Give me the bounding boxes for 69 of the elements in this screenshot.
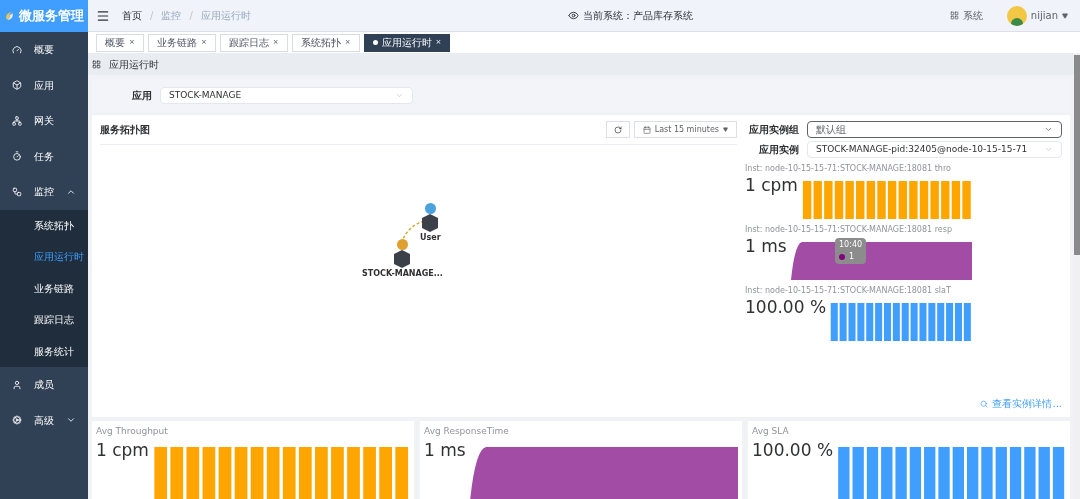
page-title: 应用运行时 bbox=[109, 57, 159, 72]
metric-title: Inst: node-10-15-15-71:STOCK-MANAGE:18081 thro bbox=[745, 163, 952, 175]
time-range-button[interactable]: Last 15 minutes bbox=[633, 121, 737, 138]
tooltip-value: 1 bbox=[849, 251, 855, 263]
server-cube-icon[interactable] bbox=[421, 214, 440, 232]
chevron-down-icon bbox=[1044, 145, 1053, 154]
metric-title: Inst: node-10-15-15-71:STOCK-MANAGE:18081 resp bbox=[745, 224, 953, 236]
submenu-item[interactable]: 业务链路 bbox=[0, 272, 88, 304]
cube-icon bbox=[12, 80, 22, 91]
timer-icon bbox=[12, 151, 22, 162]
chevron-down-icon bbox=[395, 91, 404, 100]
node-label: User bbox=[420, 232, 441, 244]
system-link[interactable]: 系统 bbox=[962, 8, 983, 23]
node-label: STOCK-MANAGE... bbox=[362, 268, 443, 280]
card-title: Avg SLA bbox=[752, 425, 790, 438]
card-title: Avg ResponseTime bbox=[424, 425, 510, 438]
chevron-down-icon bbox=[1044, 125, 1053, 134]
breadcrumb-item[interactable]: 首页 bbox=[122, 8, 142, 23]
sidebar-item[interactable]: 任务 bbox=[0, 138, 88, 174]
breadcrumb-item: 应用运行时 bbox=[200, 9, 251, 23]
card-title: Avg Throughput bbox=[96, 425, 169, 438]
breadcrumb-separator: / bbox=[189, 9, 193, 23]
username[interactable]: nijian bbox=[1030, 8, 1058, 23]
gauge-icon bbox=[12, 44, 22, 55]
metric-value: 1 cpm bbox=[745, 175, 798, 195]
field-label: 应用实例组 bbox=[748, 123, 799, 137]
breadcrumb-separator: / bbox=[150, 9, 154, 23]
tooltip-time: 10:40 bbox=[839, 239, 863, 251]
user-icon bbox=[12, 379, 22, 390]
refresh-button[interactable] bbox=[605, 121, 630, 138]
eye-icon bbox=[567, 10, 579, 21]
sidebar-item[interactable]: 监控 bbox=[0, 174, 88, 210]
workflow-icon bbox=[12, 186, 22, 197]
search-icon bbox=[980, 399, 989, 408]
submenu-item[interactable]: 服务统计 bbox=[0, 335, 88, 367]
scrollbar[interactable] bbox=[1074, 53, 1080, 499]
sidebar-item[interactable]: 应用 bbox=[0, 67, 88, 103]
metric-value: 1 ms bbox=[745, 236, 787, 256]
gear-icon bbox=[12, 415, 22, 426]
caret-icon bbox=[723, 127, 728, 132]
network-icon bbox=[12, 115, 22, 126]
field-label: 应用 bbox=[132, 89, 152, 103]
submenu-item[interactable]: 系统拓扑 bbox=[0, 209, 88, 241]
submenu-item[interactable]: 跟踪日志 bbox=[0, 304, 88, 336]
submenu-item[interactable]: 应用运行时 bbox=[0, 241, 88, 273]
sidebar-item[interactable]: 成员 bbox=[0, 367, 88, 403]
section-title: 服务拓扑图 bbox=[100, 123, 151, 137]
current-system-text: 当前系统：产品库存系统 bbox=[582, 9, 693, 23]
server-cube-icon[interactable] bbox=[393, 250, 412, 268]
sidebar-item[interactable]: 高级 bbox=[0, 402, 88, 438]
calendar-icon bbox=[642, 125, 651, 134]
grid-icon bbox=[92, 59, 101, 69]
card-value: 1 ms bbox=[424, 438, 466, 461]
sidebar-item[interactable]: 网关 bbox=[0, 103, 88, 139]
caret-icon[interactable] bbox=[1062, 12, 1068, 19]
avatar-icon[interactable] bbox=[1006, 5, 1027, 26]
metric-value: 100.00 % bbox=[745, 297, 827, 317]
menu-icon[interactable] bbox=[96, 8, 110, 23]
metric-title: Inst: node-10-15-15-71:STOCK-MANAGE:18081 slaT bbox=[745, 285, 952, 297]
instance-select[interactable]: STOCK-MANAGE-pid:32405@node-10-15-15-71 bbox=[807, 141, 1062, 158]
sidebar-item[interactable]: 概要 bbox=[0, 32, 88, 68]
card-value: 100.00 % bbox=[752, 438, 834, 461]
logo-text: 微服务管理 bbox=[19, 7, 84, 26]
card-value: 1 cpm bbox=[96, 438, 149, 461]
app-select[interactable]: STOCK-MANAGE bbox=[160, 87, 413, 104]
field-label: 应用实例 bbox=[758, 143, 799, 157]
instance-group-select[interactable]: 默认组 bbox=[807, 121, 1062, 138]
grid-icon bbox=[949, 11, 959, 20]
refresh-icon bbox=[613, 125, 622, 134]
